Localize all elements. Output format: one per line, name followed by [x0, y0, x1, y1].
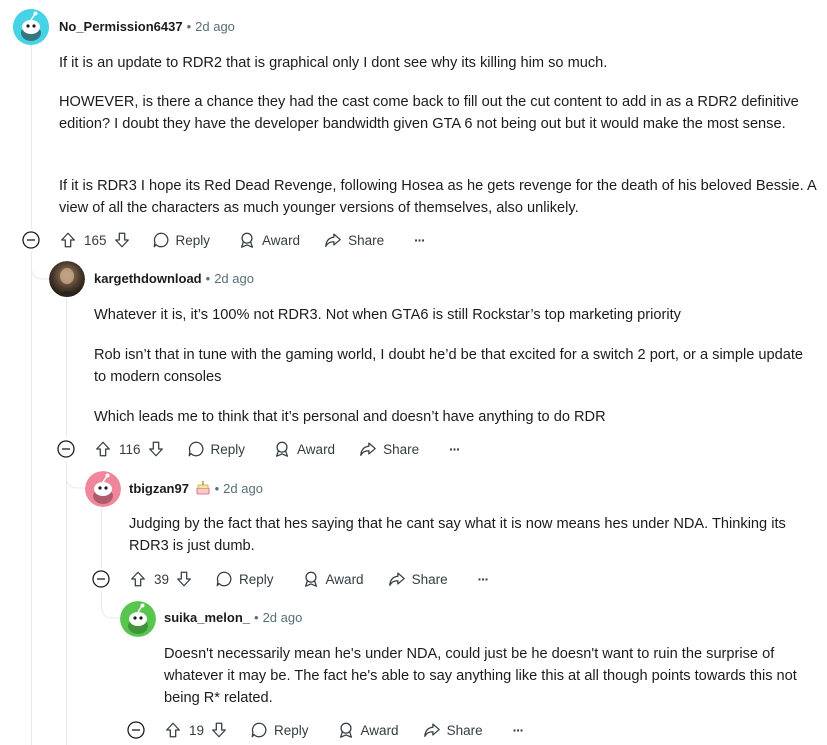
comment-text: Rob isn’t that in tune with the gaming w… [94, 347, 804, 385]
snoo-cyan-avatar [13, 9, 49, 45]
snoo-pink-avatar [85, 471, 121, 507]
award-button[interactable]: Award [302, 570, 364, 588]
comment-actions: 19 Reply Award Share ··· [164, 718, 524, 742]
collapse-button[interactable] [22, 231, 40, 249]
timestamp[interactable]: 2d ago [223, 481, 263, 496]
separator-dot: • [254, 610, 259, 625]
avatar[interactable] [120, 601, 156, 637]
thread-line[interactable] [31, 44, 32, 229]
avatar[interactable] [13, 9, 49, 45]
comment-text: HOWEVER, is there a chance they had the … [59, 94, 799, 132]
photo-avatar [49, 261, 85, 297]
vote-group: 19 [164, 721, 228, 739]
downvote-icon[interactable] [147, 440, 165, 458]
thread-line[interactable] [66, 461, 67, 745]
comment-text: Doesn't necessarily mean he's under NDA,… [164, 646, 797, 706]
comment-meta: suika_melon_ • 2d ago [164, 610, 302, 626]
reply-icon [153, 232, 168, 248]
downvote-icon[interactable] [175, 570, 193, 588]
reply-button[interactable]: Reply [215, 570, 274, 588]
comment-text: If it is RDR3 I hope its Red Dead Reveng… [59, 178, 816, 216]
award-icon [304, 571, 317, 587]
vote-count: 116 [119, 441, 141, 457]
cake-icon [196, 480, 209, 495]
downvote-icon[interactable] [210, 721, 228, 739]
more-options-button[interactable]: ··· [478, 572, 489, 587]
collapse-button[interactable] [127, 721, 145, 739]
username[interactable]: suika_melon_ [164, 610, 250, 625]
share-icon [423, 723, 440, 737]
award-button[interactable]: Award [273, 440, 335, 458]
comment-text: Which leads me to think that it’s person… [94, 409, 606, 425]
comment-actions: 116 Reply Award Share ··· [94, 437, 461, 461]
separator-dot: • [214, 481, 220, 496]
upvote-icon[interactable] [164, 721, 182, 739]
comment-meta: kargethdownload • 2d ago [94, 271, 254, 287]
share-button[interactable]: Share [423, 721, 483, 739]
reply-icon [216, 571, 232, 587]
collapse-button[interactable] [57, 440, 75, 458]
downvote-icon[interactable] [113, 231, 131, 249]
comment-meta: tbigzan97 • 2d ago [129, 480, 263, 497]
comment-actions: 165 Reply Award Share ··· [59, 228, 426, 252]
reply-button[interactable]: Reply [187, 440, 245, 458]
comment-text: Judging by the fact that hes saying that… [129, 516, 786, 554]
share-icon [325, 233, 341, 247]
timestamp[interactable]: 2d ago [195, 19, 235, 34]
separator-dot: • [205, 271, 211, 286]
thread-line[interactable] [101, 507, 102, 568]
vote-count: 19 [189, 722, 205, 738]
reply-button[interactable]: Reply [250, 721, 309, 739]
share-button[interactable]: Share [359, 440, 419, 458]
timestamp[interactable]: 2d ago [263, 610, 303, 625]
award-icon [339, 722, 352, 738]
share-button[interactable]: Share [324, 231, 384, 249]
thread-line[interactable] [66, 298, 67, 438]
award-button[interactable]: Award [238, 231, 300, 249]
comment-text: If it is an update to RDR2 that is graph… [59, 55, 608, 71]
upvote-icon[interactable] [94, 440, 112, 458]
username[interactable]: No_Permission6437 [59, 19, 183, 34]
award-button[interactable]: Award [337, 721, 399, 739]
more-options-button[interactable]: ··· [449, 442, 460, 457]
collapse-button[interactable] [92, 570, 110, 588]
snoo-green-avatar [120, 601, 156, 637]
reply-button[interactable]: Reply [152, 231, 210, 249]
avatar[interactable] [49, 261, 85, 297]
separator-dot: • [186, 19, 192, 34]
reply-icon [251, 722, 267, 738]
timestamp[interactable]: 2d ago [214, 271, 254, 286]
comment-meta: No_Permission6437 • 2d ago [59, 19, 235, 35]
vote-group: 39 [129, 570, 193, 588]
username[interactable]: kargethdownload [94, 271, 202, 286]
award-icon [241, 232, 254, 248]
reply-icon [188, 441, 203, 457]
more-options-button[interactable]: ··· [513, 723, 524, 738]
share-button[interactable]: Share [388, 570, 448, 588]
vote-group: 165 [59, 231, 131, 249]
vote-group: 116 [94, 440, 165, 458]
upvote-icon[interactable] [59, 231, 77, 249]
share-icon [360, 442, 376, 456]
username[interactable]: tbigzan97 [129, 481, 189, 496]
vote-count: 39 [154, 571, 170, 587]
vote-count: 165 [84, 232, 107, 248]
more-options-button[interactable]: ··· [414, 233, 425, 248]
comment-actions: 39 Reply Award Share ··· [129, 567, 489, 591]
comment-text: Whatever it is, it’s 100% not RDR3. Not … [94, 307, 681, 323]
share-icon [388, 572, 405, 586]
thread-line[interactable] [31, 252, 32, 745]
avatar[interactable] [85, 471, 121, 507]
award-icon [276, 441, 289, 457]
upvote-icon[interactable] [129, 570, 147, 588]
